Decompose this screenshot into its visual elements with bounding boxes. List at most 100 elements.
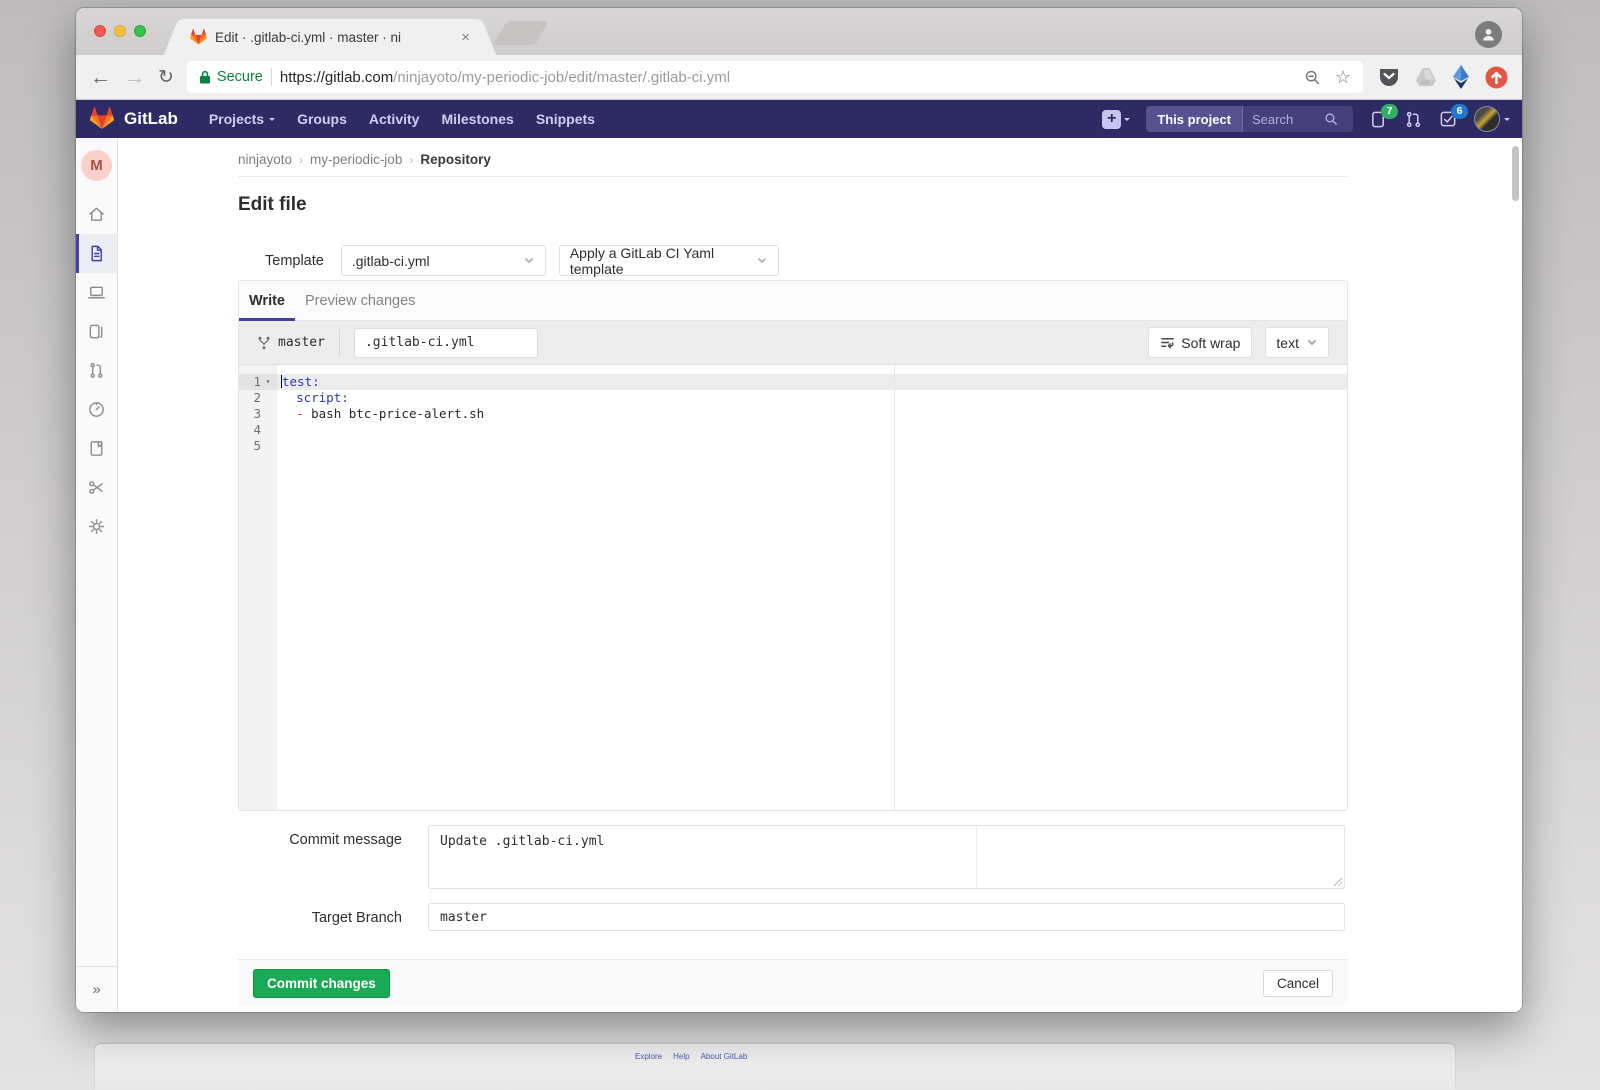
nav-item-milestones[interactable]: Milestones bbox=[432, 106, 522, 132]
minimize-window-button[interactable] bbox=[114, 25, 126, 37]
file-toolbar: master Soft wrap text bbox=[239, 321, 1347, 365]
sidebar-item-settings[interactable] bbox=[76, 507, 117, 546]
main-content: ninjayoto › my-periodic-job › Repository… bbox=[118, 138, 1522, 1012]
plus-icon: + bbox=[1102, 109, 1122, 129]
chevron-down-icon bbox=[523, 253, 535, 269]
code-fold-icon[interactable]: ▾ bbox=[261, 374, 275, 390]
apply-template-dropdown[interactable]: Apply a GitLab CI Yaml template bbox=[558, 245, 779, 277]
drive-extension-icon[interactable] bbox=[1415, 67, 1437, 87]
sidebar-item-snippets[interactable] bbox=[76, 468, 117, 507]
commit-message-label: Commit message bbox=[289, 832, 402, 848]
lock-icon bbox=[199, 70, 210, 84]
pocket-extension-icon[interactable] bbox=[1378, 66, 1400, 88]
editor-gutter: 1 ▾ 2 3 4 5 bbox=[239, 365, 277, 810]
ethereum-extension-icon[interactable] bbox=[1452, 64, 1470, 90]
gauge-icon bbox=[89, 402, 104, 417]
footer-link-explore[interactable]: Explore bbox=[635, 1052, 662, 1061]
syntax-mode-dropdown[interactable]: text bbox=[1265, 327, 1329, 358]
gitlab-logo[interactable] bbox=[90, 107, 114, 131]
book-icon bbox=[90, 441, 103, 456]
close-window-button[interactable] bbox=[94, 25, 106, 37]
editor-tabs: Write Preview changes bbox=[239, 281, 1347, 321]
cancel-button[interactable]: Cancel bbox=[1262, 969, 1333, 997]
tab-close-icon[interactable]: × bbox=[461, 30, 470, 45]
commit-message-input[interactable]: Update .gitlab-ci.yml bbox=[428, 825, 1345, 889]
chevron-right-icon: › bbox=[299, 152, 304, 167]
branch-indicator: master bbox=[257, 335, 325, 350]
orange-upload-extension-icon[interactable] bbox=[1485, 66, 1508, 89]
nav-item-groups[interactable]: Groups bbox=[288, 106, 356, 132]
search-input[interactable] bbox=[1252, 111, 1324, 127]
browser-profile-icon[interactable] bbox=[1475, 21, 1502, 48]
sidebar-item-issues[interactable] bbox=[76, 312, 117, 351]
todos-nav-button[interactable]: 6 bbox=[1439, 103, 1468, 129]
filename-input[interactable] bbox=[353, 327, 538, 358]
soft-wrap-button[interactable]: Soft wrap bbox=[1148, 327, 1253, 358]
search-box[interactable] bbox=[1243, 106, 1353, 132]
forward-button[interactable]: → bbox=[124, 67, 145, 88]
code-line-4[interactable] bbox=[277, 422, 1347, 438]
sidebar-collapse-toggle[interactable]: » bbox=[76, 966, 117, 1012]
new-menu-button[interactable]: + bbox=[1102, 109, 1131, 129]
search-scope-button[interactable]: This project bbox=[1146, 106, 1243, 132]
target-branch-label: Target Branch bbox=[311, 910, 402, 926]
issues-nav-button[interactable]: 7 bbox=[1369, 103, 1398, 129]
footer-link-about[interactable]: About GitLab bbox=[701, 1052, 748, 1061]
window-controls bbox=[94, 25, 146, 37]
sidebar-item-repository[interactable] bbox=[76, 234, 117, 273]
sidebar-item-overview[interactable] bbox=[76, 195, 117, 234]
breadcrumb-group[interactable]: ninjayoto bbox=[238, 152, 292, 167]
sidebar-item-registry[interactable] bbox=[76, 273, 117, 312]
secure-indicator[interactable]: Secure bbox=[199, 69, 263, 85]
browser-toolbar: ← → ↻ Secure https://gitlab.com/ninjayot… bbox=[76, 55, 1522, 100]
code-line-3[interactable]: - bash btc-price-alert.sh bbox=[277, 406, 1347, 422]
issues-count-badge: 7 bbox=[1381, 103, 1398, 119]
tab-preview-changes[interactable]: Preview changes bbox=[295, 283, 425, 320]
scissors-icon bbox=[89, 481, 103, 494]
new-tab-button[interactable] bbox=[493, 21, 549, 45]
resize-handle[interactable] bbox=[1332, 876, 1342, 886]
nav-item-projects[interactable]: Projects bbox=[200, 106, 284, 132]
nav-item-snippets[interactable]: Snippets bbox=[527, 106, 604, 132]
reload-button[interactable]: ↻ bbox=[158, 68, 174, 87]
sidebar-item-wiki[interactable] bbox=[76, 429, 117, 468]
navbar-links: Projects Groups Activity Milestones Snip… bbox=[200, 106, 604, 132]
file-editor-widget: Write Preview changes master .gitlab-ci.… bbox=[238, 280, 1348, 811]
code-editor[interactable]: 1 ▾ 2 3 4 5 test: script: - bash btc-price-al… bbox=[239, 365, 1347, 810]
editor-code-area: test: script: - bash btc-price-alert.sh bbox=[277, 365, 1347, 810]
breadcrumb-current: Repository bbox=[420, 152, 491, 167]
project-avatar[interactable]: M bbox=[81, 150, 112, 181]
chevron-down-icon bbox=[1306, 335, 1318, 351]
footer-link-help[interactable]: Help bbox=[673, 1052, 689, 1061]
nav-item-activity[interactable]: Activity bbox=[360, 106, 429, 132]
back-button[interactable]: ← bbox=[90, 67, 111, 88]
sidebar-item-ci-cd[interactable] bbox=[76, 390, 117, 429]
chevron-down-icon bbox=[756, 253, 768, 269]
template-file-dropdown[interactable]: .gitlab-ci.yml bbox=[340, 245, 546, 276]
page-scrollbar[interactable] bbox=[1512, 146, 1519, 201]
code-line-2[interactable]: script: bbox=[277, 390, 1347, 406]
merge-requests-nav-button[interactable] bbox=[1404, 110, 1423, 129]
user-menu[interactable] bbox=[1474, 106, 1510, 132]
tab-write[interactable]: Write bbox=[239, 283, 295, 321]
sidebar-item-merge-requests[interactable] bbox=[76, 351, 117, 390]
bookmark-star-icon[interactable]: ☆ bbox=[1335, 67, 1351, 88]
target-branch-input[interactable] bbox=[428, 903, 1345, 931]
zoom-window-button[interactable] bbox=[134, 25, 146, 37]
gear-icon bbox=[88, 518, 105, 535]
code-line-5[interactable] bbox=[277, 438, 1347, 454]
commit-changes-button[interactable]: Commit changes bbox=[253, 968, 390, 998]
browser-tab[interactable]: Edit · .gitlab-ci.yml · master · ni × bbox=[180, 19, 480, 55]
code-line-1[interactable]: test: bbox=[277, 374, 1347, 390]
gitlab-wordmark[interactable]: GitLab bbox=[124, 109, 178, 129]
commit-message-row: Commit message Update .gitlab-ci.yml bbox=[238, 825, 1348, 889]
file-icon bbox=[91, 245, 102, 262]
zoom-out-icon[interactable] bbox=[1304, 69, 1321, 86]
breadcrumb-project[interactable]: my-periodic-job bbox=[310, 152, 402, 167]
address-bar[interactable]: Secure https://gitlab.com/ninjayoto/my-p… bbox=[186, 61, 1363, 93]
browser-window: Edit · .gitlab-ci.yml · master · ni × ← … bbox=[76, 8, 1522, 1012]
gitlab-navbar: GitLab Projects Groups Activity Mileston… bbox=[76, 100, 1522, 138]
